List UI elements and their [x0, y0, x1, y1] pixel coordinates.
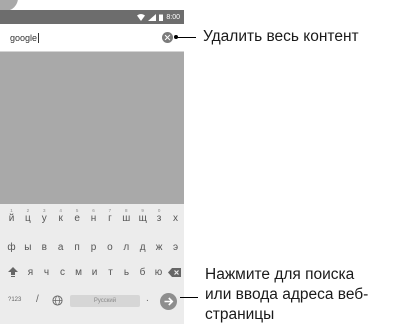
key[interactable]: о [101, 237, 118, 257]
key[interactable]: 8ш [118, 208, 135, 228]
key-label: к [58, 213, 63, 224]
key-hint: 8 [125, 208, 128, 213]
slash-key[interactable]: / [36, 294, 39, 305]
search-bar[interactable]: google [0, 24, 184, 52]
text-cursor [38, 33, 40, 43]
key[interactable]: р [85, 237, 102, 257]
key[interactable]: и [86, 262, 103, 282]
keyboard-row-2: фывапролджэ [0, 237, 184, 257]
key-label: з [156, 213, 162, 224]
key-label: й [8, 213, 15, 224]
key[interactable]: 1й [3, 208, 20, 228]
period-key[interactable]: . [146, 293, 149, 304]
signal-icon [148, 13, 157, 21]
shift-key[interactable] [4, 262, 21, 282]
key[interactable]: х [167, 208, 184, 228]
key-hint: 5 [75, 208, 79, 213]
key-hint: 9 [141, 208, 144, 213]
symbols-key[interactable]: ?123 [8, 297, 21, 303]
search-input[interactable]: google [10, 33, 40, 43]
key-label: е [74, 213, 80, 224]
key-hint: 7 [108, 208, 112, 213]
key-hint: 0 [157, 208, 161, 213]
key[interactable]: 3у [36, 208, 53, 228]
callout-go-line-1: Нажмите для поиска [205, 266, 355, 283]
key[interactable]: с [54, 262, 71, 282]
key[interactable]: ь [118, 262, 135, 282]
key[interactable]: ч [38, 262, 55, 282]
key-hint: 2 [26, 208, 30, 213]
key-label: ш [122, 213, 131, 224]
keyboard-row-3: ячсмитьбю [0, 262, 184, 282]
search-value: google [10, 33, 38, 43]
space-bar[interactable]: Русский [70, 295, 140, 307]
keyboard-bottom-row: ?123 / Русский . [0, 288, 184, 314]
shift-icon [7, 267, 18, 277]
key[interactable]: ю [150, 262, 167, 282]
wifi-icon [137, 13, 146, 21]
key[interactable]: п [69, 237, 86, 257]
key[interactable]: д [134, 237, 151, 257]
key-label: н [90, 213, 97, 224]
arrow-right-icon [164, 297, 174, 306]
callout-clear-line [176, 37, 196, 38]
go-button[interactable] [160, 293, 177, 310]
key[interactable]: в [36, 237, 53, 257]
key[interactable]: 0з [151, 208, 168, 228]
keyboard: 1й2ц3у4к5е6н7г8ш9щ0зх фывапролджэ ячсмит… [0, 204, 184, 324]
key[interactable]: 7г [101, 208, 118, 228]
key[interactable]: 5е [69, 208, 86, 228]
callout-go-line [180, 297, 198, 298]
key[interactable]: м [70, 262, 87, 282]
key-hint: 4 [59, 208, 62, 213]
key[interactable]: 6н [85, 208, 102, 228]
key[interactable]: 4к [52, 208, 69, 228]
clear-button[interactable] [162, 32, 173, 43]
key-label: х [173, 213, 178, 224]
keyboard-row-1: 1й2ц3у4к5е6н7г8ш9щ0зх [0, 208, 184, 228]
key-label: щ [138, 213, 147, 224]
backspace-key[interactable] [166, 262, 183, 282]
callout-clear-text: Удалить весь контент [203, 28, 359, 45]
key-label: г [108, 213, 112, 224]
key-hint: 3 [43, 208, 46, 213]
key[interactable]: 9щ [134, 208, 151, 228]
key[interactable]: ы [19, 237, 36, 257]
key[interactable]: я [22, 262, 39, 282]
battery-icon [159, 14, 164, 21]
globe-icon[interactable] [52, 295, 63, 306]
key-hint: 6 [92, 208, 95, 213]
key-label: ц [25, 213, 31, 224]
key[interactable]: т [102, 262, 119, 282]
phone-screen: 8:00 google 1й2ц3у4к5е6н7г8ш9щ0зх фывапр… [0, 0, 184, 324]
callout-go-line-2: или ввода адреса веб- [205, 286, 369, 303]
key[interactable]: а [52, 237, 69, 257]
backspace-icon [168, 268, 181, 277]
key[interactable]: л [118, 237, 135, 257]
key[interactable]: б [134, 262, 151, 282]
key[interactable]: э [167, 237, 184, 257]
status-bar: 8:00 [0, 10, 184, 24]
key[interactable]: ф [3, 237, 20, 257]
callout-clear-dot [174, 35, 178, 39]
callout-go-line-3: страницы [205, 306, 275, 323]
key-hint: 1 [10, 208, 13, 213]
key-label: у [41, 213, 47, 224]
status-time: 8:00 [166, 13, 180, 21]
key[interactable]: ж [151, 237, 168, 257]
key[interactable]: 2ц [19, 208, 36, 228]
web-content-area [0, 52, 184, 204]
